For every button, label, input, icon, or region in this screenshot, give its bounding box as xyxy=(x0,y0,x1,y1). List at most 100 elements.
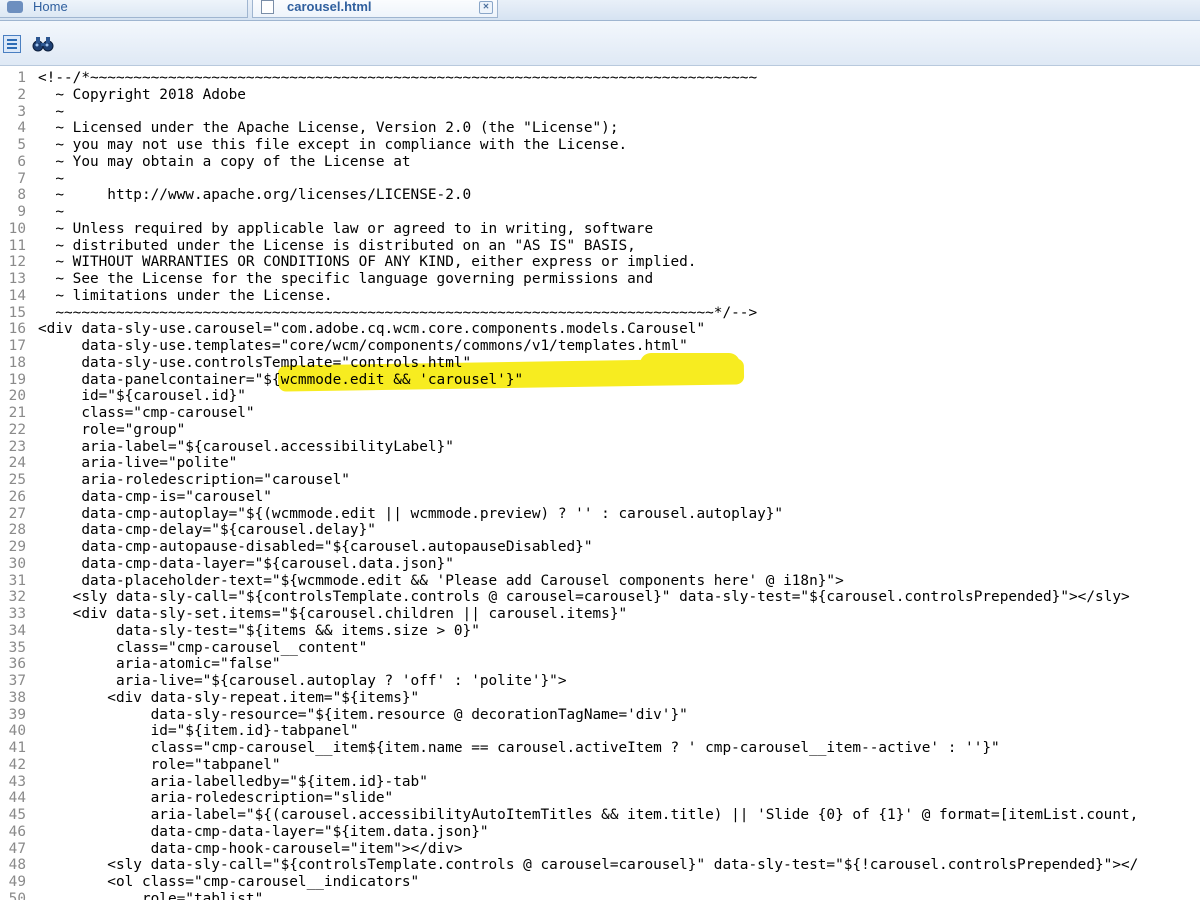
code-line: 11 ~ distributed under the License is di… xyxy=(0,238,1200,255)
line-text: ~ xyxy=(38,170,64,187)
line-text: data-cmp-hook-carousel="item"></div> xyxy=(38,840,463,857)
line-number: 38 xyxy=(8,689,26,706)
line-number: 32 xyxy=(8,589,26,606)
home-icon xyxy=(7,1,23,13)
line-text: role="tabpanel" xyxy=(38,756,281,773)
line-number: 47 xyxy=(8,840,26,857)
code-line: 32 <sly data-sly-call="${controlsTemplat… xyxy=(0,589,1200,606)
line-text: class="cmp-carousel__content" xyxy=(38,639,368,656)
line-number: 24 xyxy=(8,455,26,472)
code-line: 13 ~ See the License for the specific la… xyxy=(0,271,1200,288)
code-line: 4 ~ Licensed under the Apache License, V… xyxy=(0,120,1200,137)
line-text: data-cmp-delay="${carousel.delay}" xyxy=(38,522,376,539)
code-line: 42 role="tabpanel" xyxy=(0,757,1200,774)
code-line: 8 ~ http://www.apache.org/licenses/LICEN… xyxy=(0,187,1200,204)
code-line: 10 ~ Unless required by applicable law o… xyxy=(0,221,1200,238)
code-line: 17 data-sly-use.templates="core/wcm/comp… xyxy=(0,338,1200,355)
line-text: aria-live="${carousel.autoplay ? 'off' :… xyxy=(38,673,567,689)
line-text: data-cmp-autopause-disabled="${carousel.… xyxy=(38,539,593,555)
line-text: data-sly-test="${items && items.size > 0… xyxy=(38,622,480,639)
line-text: role="group" xyxy=(38,421,186,438)
line-number: 15 xyxy=(8,304,26,321)
code-line: 14 ~ limitations under the License. xyxy=(0,288,1200,305)
find-icon[interactable] xyxy=(32,33,54,55)
line-number: 5 xyxy=(17,137,26,153)
line-text: aria-label="${(carousel.accessibilityAut… xyxy=(38,807,1139,823)
tab-home[interactable]: Home xyxy=(0,0,248,18)
code-line: 19 data-panelcontainer="${wcmmode.edit &… xyxy=(0,372,1200,389)
tab-close-icon[interactable]: ✕ xyxy=(479,1,493,14)
code-line: 41 class="cmp-carousel__item${item.name … xyxy=(0,740,1200,757)
line-text: role="tablist" xyxy=(38,890,264,900)
outline-icon[interactable] xyxy=(3,35,21,53)
code-editor[interactable]: 1 <!--/*~~~~~~~~~~~~~~~~~~~~~~~~~~~~~~~~~… xyxy=(0,66,1200,900)
code-line: 9 ~ xyxy=(0,204,1200,221)
tab-home-label: Home xyxy=(33,0,68,14)
code-line: 34 data-sly-test="${items && items.size … xyxy=(0,623,1200,640)
line-number: 31 xyxy=(8,572,26,589)
code-line: 26 data-cmp-is="carousel" xyxy=(0,489,1200,506)
tab-carousel-html[interactable]: carousel.html ✕ xyxy=(252,0,498,18)
line-number: 3 xyxy=(17,103,26,120)
line-number: 46 xyxy=(8,823,26,840)
line-number: 12 xyxy=(8,254,26,271)
line-number: 6 xyxy=(17,153,26,170)
line-text: <sly data-sly-call="${controlsTemplate.c… xyxy=(38,589,1130,606)
code-line: 16 <div data-sly-use.carousel="com.adobe.… xyxy=(0,321,1200,338)
code-line: 6 ~ You may obtain a copy of the License… xyxy=(0,154,1200,171)
line-number: 22 xyxy=(8,421,26,438)
tab-file-label: carousel.html xyxy=(287,0,372,14)
line-number: 1 xyxy=(17,70,26,86)
line-number: 29 xyxy=(8,539,26,555)
line-text: ~ See the License for the specific langu… xyxy=(38,271,654,287)
line-number: 43 xyxy=(8,773,26,790)
code-line: 18 data-sly-use.controlsTemplate="contro… xyxy=(0,355,1200,372)
code-line: 39 data-sly-resource="${item.resource @ … xyxy=(0,707,1200,724)
line-number: 2 xyxy=(17,86,26,103)
line-number: 26 xyxy=(8,488,26,505)
line-number: 42 xyxy=(8,756,26,773)
line-text: data-cmp-is="carousel" xyxy=(38,488,272,505)
code-line: 46 data-cmp-data-layer="${item.data.json… xyxy=(0,824,1200,841)
line-number: 41 xyxy=(8,740,26,756)
line-number: 4 xyxy=(17,120,26,137)
line-text: ~ limitations under the License. xyxy=(38,287,333,304)
line-text: id="${item.id}-tabpanel" xyxy=(38,723,359,740)
line-text: data-sly-use.controlsTemplate="controls.… xyxy=(38,354,472,371)
line-number: 17 xyxy=(8,338,26,354)
line-text: aria-roledescription="carousel" xyxy=(38,472,350,488)
code-line: 44 aria-roledescription="slide" xyxy=(0,790,1200,807)
code-line: 31 data-placeholder-text="${wcmmode.edit… xyxy=(0,573,1200,590)
line-text: <!--/*~~~~~~~~~~~~~~~~~~~~~~~~~~~~~~~~~~… xyxy=(38,70,758,86)
line-number: 36 xyxy=(8,656,26,673)
code-line: 40 id="${item.id}-tabpanel" xyxy=(0,723,1200,740)
line-text: ~ WITHOUT WARRANTIES OR CONDITIONS OF AN… xyxy=(38,254,697,271)
line-text: data-sly-resource="${item.resource @ dec… xyxy=(38,706,688,723)
line-number: 30 xyxy=(8,555,26,572)
line-text: <div data-sly-use.carousel="com.adobe.cq… xyxy=(38,321,706,338)
line-text: ~ Unless required by applicable law or a… xyxy=(38,220,654,237)
tab-bar: Home carousel.html ✕ xyxy=(0,0,1200,21)
code-line: 7 ~ xyxy=(0,171,1200,188)
editor-toolbar xyxy=(0,21,1200,66)
code-line: 24 aria-live="polite" xyxy=(0,455,1200,472)
line-text: data-panelcontainer="${wcmmode.edit && '… xyxy=(38,371,524,388)
line-number: 33 xyxy=(8,606,26,622)
code-line: 35 class="cmp-carousel__content" xyxy=(0,640,1200,657)
code-line: 5 ~ you may not use this file except in … xyxy=(0,137,1200,154)
line-text: ~ Licensed under the Apache License, Ver… xyxy=(38,120,619,137)
code-line: 2 ~ Copyright 2018 Adobe xyxy=(0,87,1200,104)
line-number: 48 xyxy=(8,857,26,874)
line-text: ~ you may not use this file except in co… xyxy=(38,137,628,153)
line-text: class="cmp-carousel__item${item.name == … xyxy=(38,740,1000,756)
document-icon xyxy=(261,0,274,14)
line-number: 50 xyxy=(8,890,26,900)
line-number: 9 xyxy=(17,204,26,220)
line-text: data-cmp-data-layer="${carousel.data.jso… xyxy=(38,555,454,572)
code-line: 15 ~~~~~~~~~~~~~~~~~~~~~~~~~~~~~~~~~~~~~… xyxy=(0,305,1200,322)
line-number: 11 xyxy=(8,237,26,254)
line-text: <sly data-sly-call="${controlsTemplate.c… xyxy=(38,857,1139,874)
line-number: 34 xyxy=(8,622,26,639)
line-number: 20 xyxy=(8,388,26,405)
line-text: aria-atomic="false" xyxy=(38,656,281,673)
